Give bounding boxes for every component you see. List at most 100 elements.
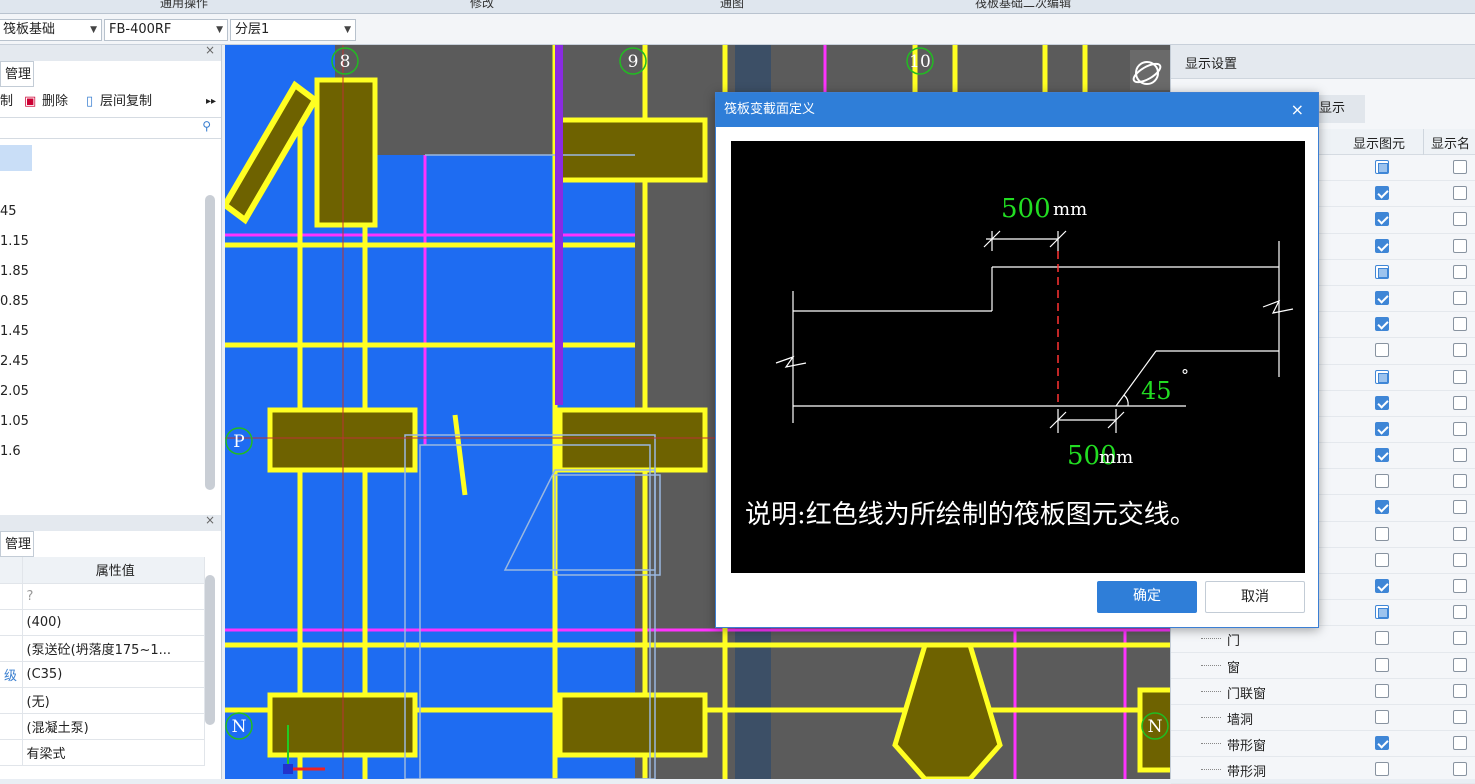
table-row[interactable]: 有梁式 — [0, 739, 205, 766]
show-name-checkbox[interactable] — [1453, 500, 1467, 515]
show-element-checkbox[interactable] — [1375, 631, 1389, 646]
show-element-checkbox[interactable] — [1375, 160, 1389, 174]
list-item[interactable]: 2.05 — [0, 377, 221, 407]
scrollbar[interactable] — [205, 195, 215, 490]
view-orbit-icon[interactable] — [1130, 50, 1170, 90]
display-row-label: 窗 — [1227, 660, 1241, 676]
show-name-checkbox[interactable] — [1453, 160, 1467, 174]
show-name-checkbox[interactable] — [1453, 369, 1467, 384]
floor-copy-button[interactable]: 层间复制 — [100, 87, 152, 117]
row-value[interactable]: (C35) — [22, 661, 205, 688]
axis-label: 9 — [628, 52, 639, 72]
show-name-checkbox[interactable] — [1453, 736, 1467, 751]
row-value[interactable]: (无) — [22, 687, 205, 714]
table-row[interactable]: 级 (C35) — [0, 661, 205, 688]
table-row[interactable]: ? — [0, 583, 205, 610]
list-item[interactable]: 1.6 — [0, 437, 221, 467]
element-name-select[interactable]: FB-400RF ▼ — [104, 19, 228, 41]
show-element-checkbox[interactable] — [1375, 264, 1389, 279]
layer-select[interactable]: 分层1 ▼ — [230, 19, 356, 41]
show-name-checkbox[interactable] — [1453, 264, 1467, 279]
show-element-checkbox[interactable] — [1375, 657, 1389, 672]
show-name-checkbox[interactable] — [1453, 474, 1467, 489]
show-name-checkbox[interactable] — [1453, 683, 1467, 698]
cancel-button[interactable]: 取消 — [1205, 581, 1305, 613]
show-name-checkbox[interactable] — [1453, 186, 1467, 201]
show-name-checkbox[interactable] — [1453, 317, 1467, 332]
show-name-checkbox[interactable] — [1453, 605, 1467, 620]
show-name-checkbox[interactable] — [1453, 552, 1467, 567]
list-item[interactable]: 2.45 — [0, 347, 221, 377]
show-name-checkbox[interactable] — [1453, 709, 1467, 724]
ok-button[interactable]: 确定 — [1097, 581, 1197, 613]
tab-display[interactable]: 显示 — [1319, 95, 1365, 123]
list-item[interactable]: 1.85 — [0, 257, 221, 287]
show-element-checkbox[interactable] — [1375, 343, 1389, 358]
row-label — [0, 583, 23, 610]
copy-button[interactable]: 制 — [0, 87, 13, 117]
scrollbar[interactable] — [205, 575, 215, 725]
table-row[interactable]: (400) — [0, 609, 205, 636]
show-name-checkbox[interactable] — [1453, 421, 1467, 436]
show-element-checkbox[interactable] — [1375, 369, 1389, 384]
show-element-checkbox[interactable] — [1375, 736, 1389, 751]
table-row[interactable]: (混凝土泵) — [0, 713, 205, 740]
show-element-checkbox[interactable] — [1375, 762, 1389, 777]
show-element-checkbox[interactable] — [1375, 212, 1389, 227]
show-name-checkbox[interactable] — [1453, 448, 1467, 463]
close-icon[interactable]: × — [205, 43, 215, 57]
show-element-checkbox[interactable] — [1375, 421, 1389, 436]
row-value[interactable]: (混凝土泵) — [22, 713, 205, 740]
list-item[interactable]: 1.45 — [0, 317, 221, 347]
show-element-checkbox[interactable] — [1375, 186, 1389, 201]
list-item[interactable]: 0.85 — [0, 287, 221, 317]
show-element-checkbox[interactable] — [1375, 474, 1389, 489]
axis-label: N — [1148, 717, 1163, 737]
delete-button[interactable]: 删除 — [42, 87, 68, 117]
show-name-checkbox[interactable] — [1453, 343, 1467, 358]
show-element-checkbox[interactable] — [1375, 317, 1389, 332]
show-name-checkbox[interactable] — [1453, 238, 1467, 253]
table-row[interactable]: (泵送砼(坍落度175~1... — [0, 635, 205, 662]
list-item[interactable]: 1.05 — [0, 407, 221, 437]
ribbon-group-labels: 通用操作 修改 通图 筏板基础二次编辑 — [0, 0, 1475, 14]
row-label — [0, 687, 23, 714]
panel-tab[interactable]: 管理 — [0, 61, 34, 87]
show-name-checkbox[interactable] — [1453, 290, 1467, 305]
row-value[interactable]: (泵送砼(坍落度175~1... — [22, 635, 205, 662]
show-element-checkbox[interactable] — [1375, 526, 1389, 541]
show-name-checkbox[interactable] — [1453, 657, 1467, 672]
row-value[interactable]: (400) — [22, 609, 205, 636]
panel-tab[interactable]: 管理 — [0, 531, 34, 557]
show-name-checkbox[interactable] — [1453, 762, 1467, 777]
more-icon[interactable]: ▸▸ — [206, 87, 216, 117]
show-element-checkbox[interactable] — [1375, 290, 1389, 305]
show-element-checkbox[interactable] — [1375, 709, 1389, 724]
show-element-checkbox[interactable] — [1375, 552, 1389, 567]
search-input[interactable]: ⚲ — [0, 117, 221, 139]
show-element-checkbox[interactable] — [1375, 605, 1389, 620]
element-type-select[interactable]: 筏板基础 ▼ — [0, 19, 102, 41]
selected-list-item[interactable] — [0, 145, 32, 171]
row-value[interactable]: ? — [22, 583, 205, 610]
show-element-checkbox[interactable] — [1375, 238, 1389, 253]
row-value[interactable]: 有梁式 — [22, 739, 205, 766]
table-row[interactable]: (无) — [0, 687, 205, 714]
list-item[interactable]: 45 — [0, 197, 221, 227]
list-toolbar: 制 ▣ 删除 ▯ 层间复制 ▸▸ — [0, 87, 221, 117]
show-name-checkbox[interactable] — [1453, 579, 1467, 593]
show-element-checkbox[interactable] — [1375, 579, 1389, 593]
show-name-checkbox[interactable] — [1453, 526, 1467, 541]
group-label-general: 通用操作 — [160, 0, 209, 10]
show-element-checkbox[interactable] — [1375, 448, 1389, 463]
close-icon[interactable]: × — [1291, 93, 1304, 127]
show-name-checkbox[interactable] — [1453, 212, 1467, 227]
list-item[interactable]: 1.15 — [0, 227, 221, 257]
close-icon[interactable]: × — [205, 513, 215, 527]
show-name-checkbox[interactable] — [1453, 395, 1467, 410]
show-element-checkbox[interactable] — [1375, 500, 1389, 515]
show-name-checkbox[interactable] — [1453, 631, 1467, 646]
show-element-checkbox[interactable] — [1375, 683, 1389, 698]
search-icon[interactable]: ⚲ — [202, 119, 211, 133]
show-element-checkbox[interactable] — [1375, 395, 1389, 410]
